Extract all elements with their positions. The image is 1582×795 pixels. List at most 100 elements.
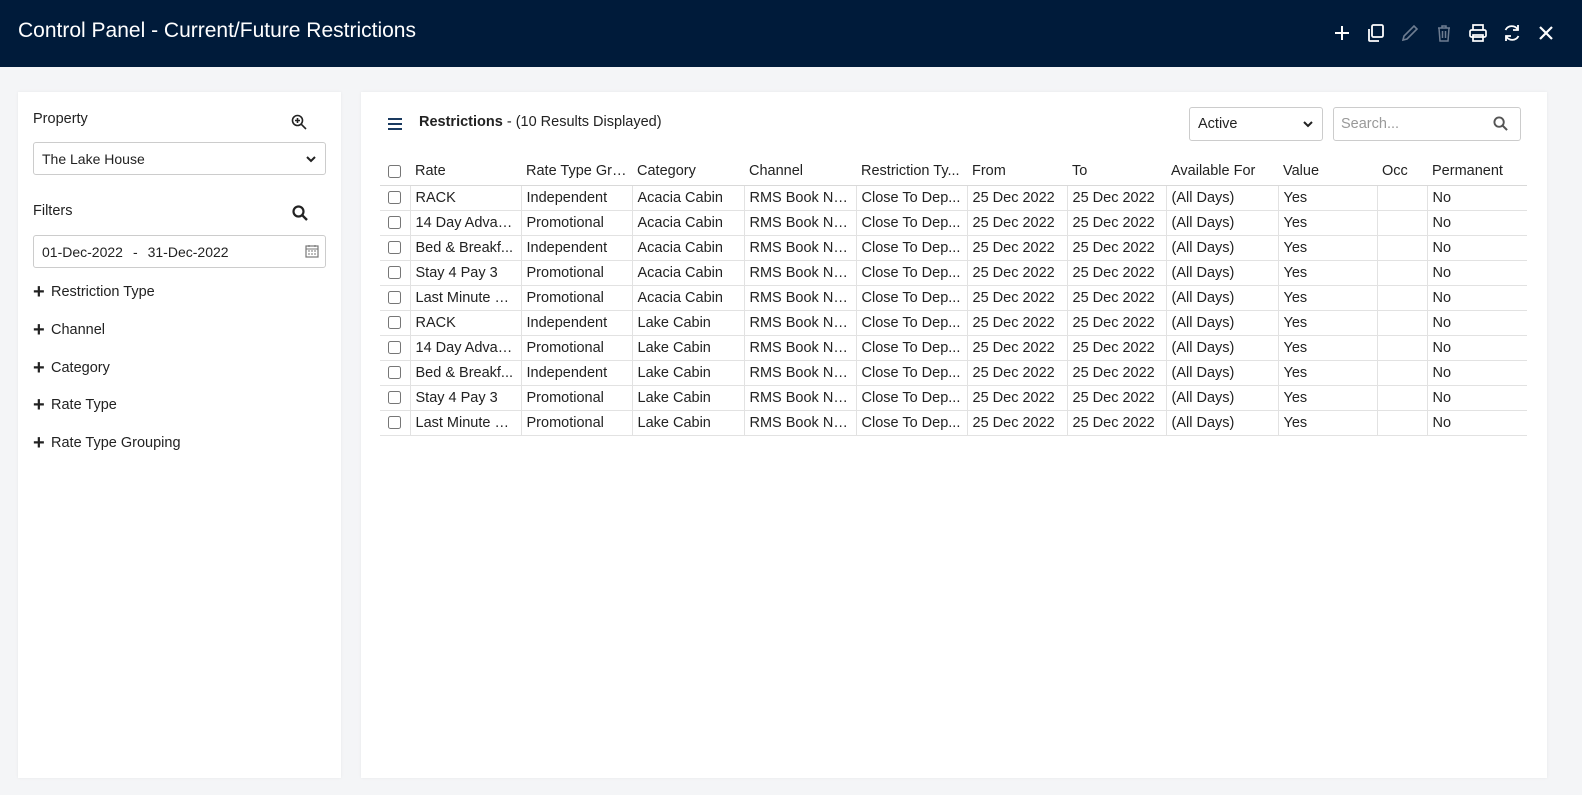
cell-rate: Stay 4 Pay 3: [410, 385, 522, 411]
filter-group-label: Category: [51, 360, 110, 376]
edit-button[interactable]: [1398, 20, 1422, 46]
row-checkbox[interactable]: [388, 391, 401, 405]
column-header-available-for[interactable]: Available For: [1166, 158, 1278, 186]
column-header-from[interactable]: From: [967, 158, 1067, 186]
cell-restriction-type: Close To Dep...: [856, 185, 968, 211]
row-checkbox[interactable]: [388, 341, 401, 355]
cell-permanent: No: [1427, 235, 1527, 261]
delete-button[interactable]: [1432, 20, 1456, 46]
property-lookup-button[interactable]: [289, 112, 309, 132]
plus-icon: [1335, 26, 1349, 40]
row-select-cell: [380, 260, 411, 286]
row-checkbox[interactable]: [388, 416, 401, 430]
cell-permanent: No: [1427, 335, 1527, 361]
cell-permanent: No: [1427, 210, 1527, 236]
status-select[interactable]: Active: [1189, 107, 1323, 141]
filter-group-category[interactable]: + Category: [33, 358, 110, 378]
row-checkbox[interactable]: [388, 266, 401, 280]
cell-channel: RMS Book No...: [744, 210, 857, 236]
table-row[interactable]: Bed & Breakf... Independent Acacia Cabin RM…: [380, 235, 1527, 261]
cell-to: 25 Dec 2022: [1067, 410, 1167, 436]
cell-rate-type-grouping: Independent: [521, 360, 633, 386]
filter-group-restriction-type[interactable]: + Restriction Type: [33, 281, 155, 303]
table-row[interactable]: RACK Independent Lake Cabin RMS Book No... C…: [380, 310, 1527, 336]
cell-to: 25 Dec 2022: [1067, 360, 1167, 386]
cell-to: 25 Dec 2022: [1067, 310, 1167, 336]
table-row[interactable]: Bed & Breakf... Independent Lake Cabin RMS …: [380, 360, 1527, 386]
filter-group-rate-type-grouping[interactable]: + Rate Type Grouping: [33, 433, 181, 453]
column-header-channel[interactable]: Channel: [744, 158, 856, 186]
cell-rate: RACK: [410, 185, 522, 211]
column-header-permanent[interactable]: Permanent: [1427, 158, 1527, 186]
cell-occ: [1377, 310, 1428, 336]
cell-to: 25 Dec 2022: [1067, 185, 1167, 211]
table-row[interactable]: 14 Day Advan... Promotional Acacia Cabin RM…: [380, 210, 1527, 236]
filter-group-channel[interactable]: + Channel: [33, 319, 105, 341]
pencil-icon: [1401, 24, 1419, 42]
refresh-button[interactable]: [1500, 20, 1524, 46]
printer-icon: [1469, 24, 1487, 42]
row-select-cell: [380, 360, 411, 386]
cell-from: 25 Dec 2022: [967, 285, 1068, 311]
cell-permanent: No: [1427, 410, 1527, 436]
row-checkbox[interactable]: [388, 366, 401, 380]
print-button[interactable]: [1466, 20, 1490, 46]
cell-restriction-type: Close To Dep...: [856, 335, 968, 361]
cell-occ: [1377, 260, 1428, 286]
copy-button[interactable]: [1364, 20, 1388, 46]
table-row[interactable]: Stay 4 Pay 3 Promotional Acacia Cabin RMS B…: [380, 260, 1527, 286]
restrictions-table: Rate Rate Type Gro... Category Channel R…: [380, 158, 1527, 436]
cell-channel: RMS Book No...: [744, 410, 857, 436]
hamburger-menu-icon[interactable]: [385, 114, 405, 134]
column-header-value[interactable]: Value: [1278, 158, 1377, 186]
cell-channel: RMS Book No...: [744, 235, 857, 261]
row-checkbox[interactable]: [388, 241, 401, 255]
column-header-category[interactable]: Category: [632, 158, 744, 186]
cell-value: Yes: [1278, 310, 1378, 336]
cell-rate: 14 Day Advan...: [410, 210, 522, 236]
cell-occ: [1377, 410, 1428, 436]
cell-permanent: No: [1427, 385, 1527, 411]
plus-icon: +: [33, 281, 45, 303]
column-header-occ[interactable]: Occ: [1377, 158, 1427, 186]
row-select-cell: [380, 185, 411, 211]
filter-group-label: Restriction Type: [51, 284, 155, 300]
row-checkbox[interactable]: [388, 291, 401, 305]
cell-channel: RMS Book No...: [744, 385, 857, 411]
select-all-checkbox[interactable]: [388, 164, 401, 178]
table-row[interactable]: RACK Independent Acacia Cabin RMS Book No..…: [380, 185, 1527, 211]
column-header-rate-type-grouping[interactable]: Rate Type Gro...: [521, 158, 632, 186]
row-checkbox[interactable]: [388, 191, 401, 205]
plus-icon: +: [33, 319, 45, 341]
date-range-field[interactable]: 01-Dec-2022 - 31-Dec-2022: [33, 235, 326, 268]
cell-value: Yes: [1278, 360, 1378, 386]
table-row[interactable]: Stay 4 Pay 3 Promotional Lake Cabin RMS Boo…: [380, 385, 1527, 411]
filter-group-rate-type[interactable]: + Rate Type: [33, 395, 117, 415]
cell-available-for: (All Days): [1166, 335, 1279, 361]
table-row[interactable]: Last Minute D... Promotional Lake Cabin RMS…: [380, 410, 1527, 436]
cell-category: Lake Cabin: [632, 335, 745, 361]
column-header-to[interactable]: To: [1067, 158, 1166, 186]
property-select[interactable]: The Lake House: [33, 142, 326, 175]
cell-channel: RMS Book No...: [744, 360, 857, 386]
restrictions-panel: Restrictions - (10 Results Displayed) Ac…: [361, 92, 1547, 778]
add-button[interactable]: [1330, 20, 1354, 46]
search-icon[interactable]: [1493, 116, 1508, 131]
calendar-icon[interactable]: [305, 244, 319, 258]
search-input[interactable]: [1334, 116, 1484, 132]
cell-value: Yes: [1278, 235, 1378, 261]
row-checkbox[interactable]: [388, 216, 401, 230]
close-button[interactable]: [1534, 20, 1558, 46]
cell-restriction-type: Close To Dep...: [856, 310, 968, 336]
column-header-rate[interactable]: Rate: [410, 158, 521, 186]
table-row[interactable]: Last Minute D... Promotional Acacia Cabin R…: [380, 285, 1527, 311]
table-row[interactable]: 14 Day Advan... Promotional Lake Cabin RMS …: [380, 335, 1527, 361]
row-select-cell: [380, 385, 411, 411]
column-header-restriction-type[interactable]: Restriction Ty...: [856, 158, 967, 186]
cell-channel: RMS Book No...: [744, 335, 857, 361]
cell-available-for: (All Days): [1166, 285, 1279, 311]
search-icon: [292, 205, 308, 221]
row-checkbox[interactable]: [388, 316, 401, 330]
apply-filters-button[interactable]: [290, 203, 310, 223]
cell-occ: [1377, 235, 1428, 261]
